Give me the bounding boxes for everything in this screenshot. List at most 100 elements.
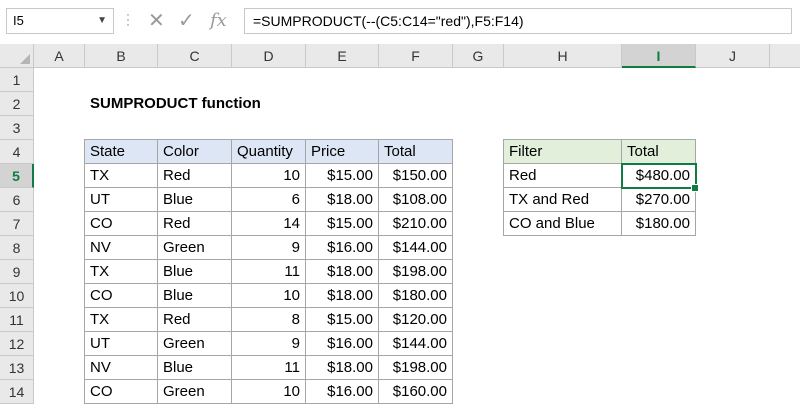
- name-box-value: I5: [13, 13, 24, 28]
- check-icon[interactable]: ✓: [178, 8, 195, 34]
- row-header-5[interactable]: 5: [0, 164, 34, 188]
- column-header-c[interactable]: C: [158, 44, 232, 68]
- header-state[interactable]: State: [84, 139, 158, 164]
- table-cell[interactable]: $144.00: [378, 235, 453, 260]
- column-header-a[interactable]: A: [34, 44, 85, 68]
- table-cell[interactable]: Blue: [157, 187, 232, 212]
- table-cell[interactable]: $18.00: [305, 259, 379, 284]
- column-header-e[interactable]: E: [306, 44, 379, 68]
- row-header-12[interactable]: 12: [0, 332, 34, 356]
- row-header-10[interactable]: 10: [0, 284, 34, 308]
- table-cell[interactable]: $16.00: [305, 235, 379, 260]
- sheet-title[interactable]: SUMPRODUCT function: [85, 92, 385, 116]
- table-cell[interactable]: UT: [84, 331, 158, 356]
- table-cell[interactable]: Blue: [157, 283, 232, 308]
- row-header-1[interactable]: 1: [0, 68, 34, 92]
- table-cell[interactable]: $108.00: [378, 187, 453, 212]
- table-cell[interactable]: $18.00: [305, 283, 379, 308]
- table-cell[interactable]: TX: [84, 259, 158, 284]
- header-filter[interactable]: Filter: [503, 139, 622, 164]
- table-cell[interactable]: Blue: [157, 259, 232, 284]
- table-cell[interactable]: 10: [231, 163, 306, 188]
- column-header-next[interactable]: [770, 44, 800, 68]
- table-cell[interactable]: CO: [84, 379, 158, 404]
- table-cell[interactable]: Green: [157, 379, 232, 404]
- column-header-g[interactable]: G: [453, 44, 504, 68]
- summary-cell[interactable]: CO and Blue: [503, 211, 622, 236]
- summary-cell[interactable]: Red: [503, 163, 622, 188]
- table-cell[interactable]: TX: [84, 307, 158, 332]
- column-header-i[interactable]: I: [622, 44, 696, 68]
- header-total[interactable]: Total: [378, 139, 453, 164]
- table-cell[interactable]: $15.00: [305, 211, 379, 236]
- table-cell[interactable]: $16.00: [305, 379, 379, 404]
- table-cell[interactable]: 10: [231, 283, 306, 308]
- table-cell[interactable]: Red: [157, 307, 232, 332]
- table-cell[interactable]: $150.00: [378, 163, 453, 188]
- table-cell[interactable]: Green: [157, 331, 232, 356]
- table-cell[interactable]: 11: [231, 355, 306, 380]
- formula-text: =SUMPRODUCT(--(C5:C14="red"),F5:F14): [253, 13, 524, 29]
- fx-icon[interactable]: fx: [210, 8, 227, 34]
- table-cell[interactable]: $18.00: [305, 187, 379, 212]
- table-cell[interactable]: CO: [84, 283, 158, 308]
- table-cell[interactable]: $15.00: [305, 307, 379, 332]
- table-cell[interactable]: Green: [157, 235, 232, 260]
- table-cell[interactable]: TX: [84, 163, 158, 188]
- header-color[interactable]: Color: [157, 139, 232, 164]
- formula-bar: I5 ▼ · · · ✕ ✓ fx =SUMPRODUCT(--(C5:C14="r…: [0, 0, 800, 44]
- table-cell[interactable]: $15.00: [305, 163, 379, 188]
- table-cell[interactable]: 8: [231, 307, 306, 332]
- summary-cell-active[interactable]: $480.00: [621, 163, 696, 188]
- name-box[interactable]: I5 ▼: [6, 8, 114, 34]
- row-header-9[interactable]: 9: [0, 260, 34, 284]
- summary-cell[interactable]: TX and Red: [503, 187, 622, 212]
- table-cell[interactable]: $144.00: [378, 331, 453, 356]
- column-header-f[interactable]: F: [379, 44, 453, 68]
- table-cell[interactable]: 11: [231, 259, 306, 284]
- row-header-7[interactable]: 7: [0, 212, 34, 236]
- row-header-2[interactable]: 2: [0, 92, 34, 116]
- table-cell[interactable]: $198.00: [378, 355, 453, 380]
- row-header-6[interactable]: 6: [0, 188, 34, 212]
- table-cell[interactable]: NV: [84, 235, 158, 260]
- row-header-8[interactable]: 8: [0, 236, 34, 260]
- row-header-4[interactable]: 4: [0, 140, 34, 164]
- header-summary-total[interactable]: Total: [621, 139, 696, 164]
- table-cell[interactable]: Red: [157, 163, 232, 188]
- table-cell[interactable]: CO: [84, 211, 158, 236]
- summary-cell[interactable]: $270.00: [621, 187, 696, 212]
- select-all-button[interactable]: [0, 44, 34, 68]
- x-icon[interactable]: ✕: [148, 8, 165, 34]
- table-cell[interactable]: 10: [231, 379, 306, 404]
- table-cell[interactable]: $210.00: [378, 211, 453, 236]
- row-header-13[interactable]: 13: [0, 356, 34, 380]
- table-cell[interactable]: $18.00: [305, 355, 379, 380]
- column-header-d[interactable]: D: [232, 44, 306, 68]
- table-cell[interactable]: Red: [157, 211, 232, 236]
- column-header-h[interactable]: H: [504, 44, 622, 68]
- header-quantity[interactable]: Quantity: [231, 139, 306, 164]
- table-cell[interactable]: $120.00: [378, 307, 453, 332]
- table-cell[interactable]: $16.00: [305, 331, 379, 356]
- table-cell[interactable]: 9: [231, 235, 306, 260]
- table-cell[interactable]: 6: [231, 187, 306, 212]
- table-cell[interactable]: Blue: [157, 355, 232, 380]
- header-price[interactable]: Price: [305, 139, 379, 164]
- summary-cell[interactable]: $180.00: [621, 211, 696, 236]
- table-cell[interactable]: 14: [231, 211, 306, 236]
- table-cell[interactable]: $198.00: [378, 259, 453, 284]
- table-cell[interactable]: UT: [84, 187, 158, 212]
- table-cell[interactable]: 9: [231, 331, 306, 356]
- table-cell[interactable]: NV: [84, 355, 158, 380]
- table-cell[interactable]: $160.00: [378, 379, 453, 404]
- row-header-11[interactable]: 11: [0, 308, 34, 332]
- fill-handle[interactable]: [691, 184, 699, 192]
- formula-input[interactable]: =SUMPRODUCT(--(C5:C14="red"),F5:F14): [244, 8, 792, 34]
- column-header-b[interactable]: B: [85, 44, 158, 68]
- column-header-j[interactable]: J: [696, 44, 770, 68]
- chevron-down-icon[interactable]: ▼: [97, 9, 107, 33]
- row-header-3[interactable]: 3: [0, 116, 34, 140]
- table-cell[interactable]: $180.00: [378, 283, 453, 308]
- row-header-14[interactable]: 14: [0, 380, 34, 404]
